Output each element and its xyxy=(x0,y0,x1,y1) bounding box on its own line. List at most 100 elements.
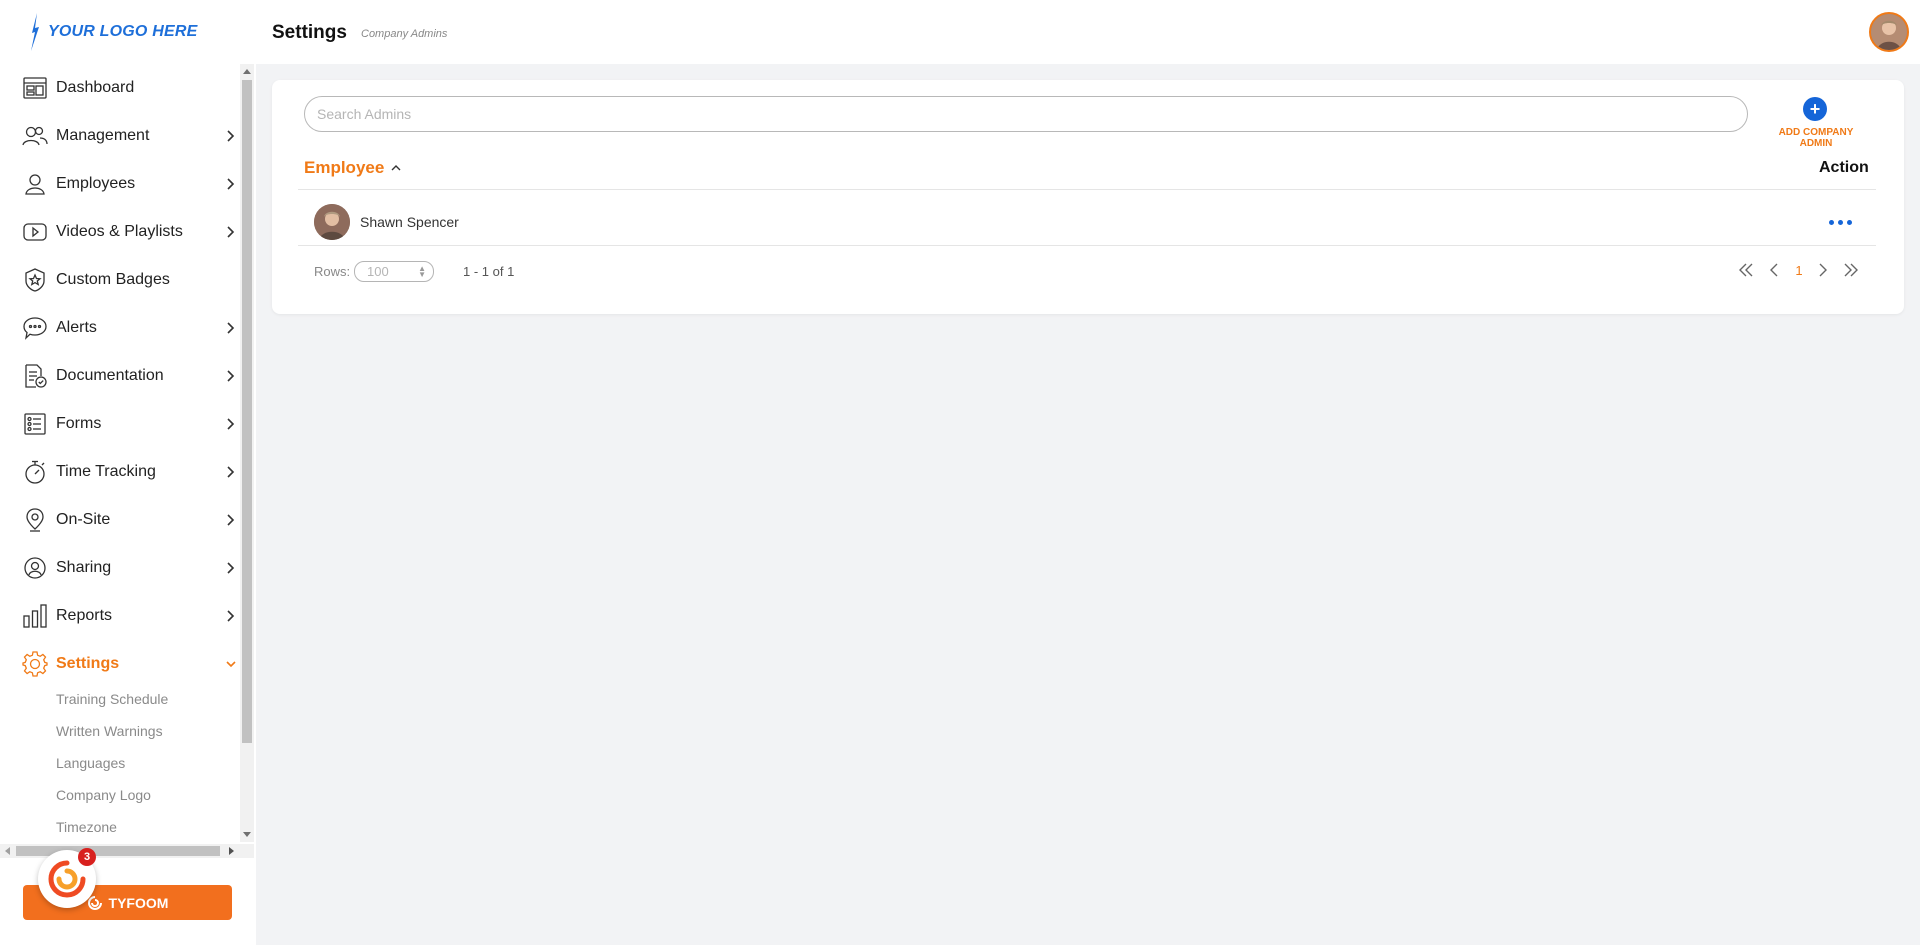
sidebar-item-label: Settings xyxy=(56,655,120,672)
sidebar-item-sharing[interactable]: Sharing xyxy=(0,544,240,592)
rows-per-page-value: 100 xyxy=(367,264,389,279)
chevron-right-icon xyxy=(227,418,235,430)
submenu-languages[interactable]: Languages xyxy=(56,755,125,771)
chat-icon xyxy=(22,315,48,341)
document-icon xyxy=(22,363,48,389)
stepper-icon: ▲ ▼ xyxy=(418,264,426,279)
more-options-icon[interactable] xyxy=(1822,210,1858,234)
company-logo[interactable]: YOUR LOGO HERE xyxy=(28,12,197,52)
tyfoom-logo-icon xyxy=(48,860,86,898)
scroll-down-arrow-icon[interactable] xyxy=(243,832,251,837)
submenu-written-warnings[interactable]: Written Warnings xyxy=(56,723,163,739)
stopwatch-icon xyxy=(22,459,48,485)
company-admins-card: + ADD COMPANY ADMIN Employee Action Shaw… xyxy=(272,80,1904,314)
scroll-left-arrow-icon[interactable] xyxy=(5,847,10,855)
rows-per-page-select[interactable]: 100 ▲ ▼ xyxy=(354,261,434,282)
sidebar-item-label: Documentation xyxy=(56,367,164,384)
employee-column-header[interactable]: Employee xyxy=(304,158,402,178)
last-page-button[interactable] xyxy=(1843,260,1859,280)
pagination-range: 1 - 1 of 1 xyxy=(463,264,515,279)
sidebar-item-time-tracking[interactable]: Time Tracking xyxy=(0,448,240,496)
sidebar-item-label: Time Tracking xyxy=(56,463,156,480)
chevron-left-icon xyxy=(1770,263,1778,277)
notification-badge: 3 xyxy=(78,848,96,866)
chevron-right-icon xyxy=(227,322,235,334)
sidebar-horizontal-scrollbar[interactable] xyxy=(0,844,254,858)
double-chevron-left-icon xyxy=(1739,263,1753,277)
page-title: Settings xyxy=(272,22,347,43)
scroll-right-arrow-icon[interactable] xyxy=(229,847,234,855)
previous-page-button[interactable] xyxy=(1768,260,1780,280)
sidebar-item-label: Sharing xyxy=(56,559,112,576)
user-icon xyxy=(22,171,48,197)
sidebar-item-videos-playlists[interactable]: Videos & Playlists xyxy=(0,208,240,256)
current-page-number: 1 xyxy=(1795,262,1803,278)
logo-text: YOUR LOGO HERE xyxy=(48,23,198,40)
row-divider xyxy=(298,245,1876,246)
sidebar-item-label: Alerts xyxy=(56,319,97,336)
share-user-icon xyxy=(22,555,48,581)
sidebar-item-management[interactable]: Management xyxy=(0,112,240,160)
add-company-admin-label[interactable]: ADD COMPANY ADMIN xyxy=(1766,127,1866,149)
sidebar-item-forms[interactable]: Forms xyxy=(0,400,240,448)
location-pin-icon xyxy=(22,507,48,533)
list-icon xyxy=(22,411,48,437)
sidebar-item-reports[interactable]: Reports xyxy=(0,592,240,640)
sidebar-item-documentation[interactable]: Documentation xyxy=(0,352,240,400)
tyfoom-label: TYFOOM xyxy=(108,894,169,911)
double-chevron-right-icon xyxy=(1844,263,1858,277)
bar-chart-icon xyxy=(22,603,48,629)
rows-per-page-label: Rows: xyxy=(314,264,351,279)
chevron-right-icon xyxy=(227,226,235,238)
sidebar-vertical-scrollbar[interactable] xyxy=(240,64,254,842)
submenu-timezone[interactable]: Timezone xyxy=(56,819,117,835)
video-icon xyxy=(22,219,48,245)
sidebar-item-dashboard[interactable]: Dashboard xyxy=(0,64,240,112)
page-number-button[interactable]: 1 xyxy=(1793,260,1805,280)
sidebar-item-on-site[interactable]: On-Site xyxy=(0,496,240,544)
chevron-right-icon xyxy=(227,370,235,382)
sidebar-item-employees[interactable]: Employees xyxy=(0,160,240,208)
badge-icon xyxy=(22,267,48,293)
search-admins-input[interactable] xyxy=(304,96,1748,132)
gear-icon xyxy=(22,651,48,677)
chevron-right-icon xyxy=(227,178,235,190)
chevron-right-icon xyxy=(227,130,235,142)
scroll-up-arrow-icon[interactable] xyxy=(243,69,251,74)
first-page-button[interactable] xyxy=(1738,260,1754,280)
avatar-photo-icon xyxy=(1871,14,1907,50)
scrollbar-thumb[interactable] xyxy=(242,80,252,743)
sort-ascending-icon xyxy=(391,165,401,171)
page-subtitle: Company Admins xyxy=(361,28,448,40)
chevron-down-icon xyxy=(226,661,236,668)
employee-header-label: Employee xyxy=(304,158,385,177)
chevron-right-icon xyxy=(227,610,235,622)
top-header: Settings Company Admins xyxy=(256,0,1920,64)
admin-name: Shawn Spencer xyxy=(360,214,459,230)
sidebar-item-label: Management xyxy=(56,127,150,144)
submenu-company-logo[interactable]: Company Logo xyxy=(56,787,151,803)
header-divider xyxy=(298,189,1876,190)
dashboard-icon xyxy=(22,75,48,101)
submenu-training-schedule[interactable]: Training Schedule xyxy=(56,691,168,707)
management-icon xyxy=(22,123,48,149)
sidebar-item-label: Employees xyxy=(56,175,136,192)
logo-mark-icon xyxy=(31,13,39,51)
sidebar-item-label: On-Site xyxy=(56,511,111,528)
avatar-photo-icon xyxy=(314,204,350,240)
sidebar-item-custom-badges[interactable]: Custom Badges xyxy=(0,256,240,304)
sidebar-item-label: Forms xyxy=(56,415,102,432)
add-company-admin-button[interactable]: + xyxy=(1803,97,1827,121)
user-avatar[interactable] xyxy=(1869,12,1909,52)
sidebar-item-label: Videos & Playlists xyxy=(56,223,183,240)
sidebar-item-label: Reports xyxy=(56,607,113,624)
avatar xyxy=(314,204,350,240)
scrollbar-thumb[interactable] xyxy=(16,846,220,856)
sidebar-item-label: Dashboard xyxy=(56,79,135,96)
sidebar-nav: Dashboard Management Employees Videos & … xyxy=(0,64,240,840)
chevron-right-icon xyxy=(227,562,235,574)
sidebar-item-settings[interactable]: Settings xyxy=(0,640,240,688)
next-page-button[interactable] xyxy=(1817,260,1829,280)
chevron-right-icon xyxy=(227,514,235,526)
sidebar-item-alerts[interactable]: Alerts xyxy=(0,304,240,352)
